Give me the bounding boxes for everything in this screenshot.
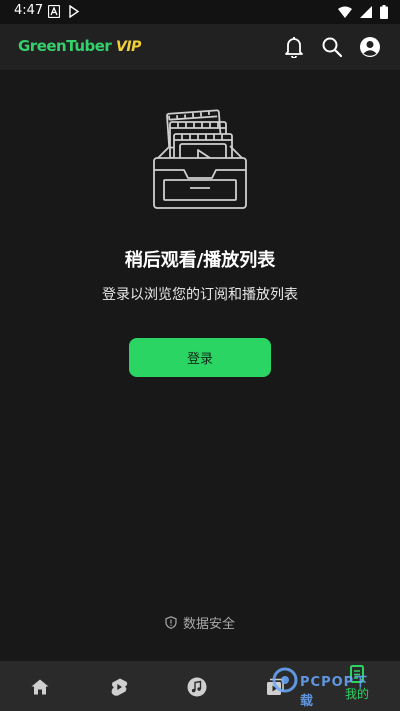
empty-playlist-illustration <box>153 109 247 209</box>
shield-icon <box>165 616 177 629</box>
app-logo: GreenTuber VIP <box>18 37 141 55</box>
search-button[interactable] <box>320 35 344 59</box>
status-time: 4:47 <box>14 3 44 18</box>
search-icon <box>322 37 342 57</box>
nav-item-mine-label: 我的 <box>344 687 369 701</box>
nav-item-home[interactable] <box>28 675 52 699</box>
data-security-label: 数据安全 <box>182 617 235 632</box>
nav-item-library[interactable] <box>263 675 287 699</box>
mine-icon <box>350 665 364 683</box>
wifi-icon <box>338 6 352 18</box>
data-security-note[interactable]: 数据安全 <box>0 613 400 632</box>
nav-item-mine[interactable]: 我的 <box>332 665 382 709</box>
app-bar: GreenTuber VIP <box>0 24 400 70</box>
status-notification-icons <box>48 5 80 18</box>
empty-state-title: 稍后观看/播放列表 <box>124 250 276 271</box>
login-button[interactable]: 登录 <box>129 338 271 377</box>
bottom-nav: 我的 <box>0 661 400 711</box>
main-content: 稍后观看/播放列表 登录以浏览您的订阅和播放列表 登录 数据安全 <box>0 70 400 661</box>
library-icon <box>267 678 284 695</box>
notifications-button[interactable] <box>282 35 306 59</box>
shorts-icon <box>111 678 128 696</box>
home-icon <box>31 679 49 695</box>
battery-icon <box>380 5 388 19</box>
empty-state-subtitle: 登录以浏览您的订阅和播放列表 <box>102 287 298 303</box>
cellular-icon <box>360 6 372 18</box>
logo-vip-text: VIP <box>116 39 141 55</box>
notification-a-icon <box>48 5 60 18</box>
logo-text: GreenTuber <box>18 37 112 55</box>
status-system-icons <box>338 5 388 19</box>
status-bar: 4:47 <box>0 0 400 24</box>
nav-item-music[interactable] <box>185 675 209 699</box>
account-button[interactable] <box>358 35 382 59</box>
nav-item-shorts[interactable] <box>107 675 131 699</box>
app-bar-actions <box>282 35 382 59</box>
play-store-icon <box>69 5 80 18</box>
account-icon <box>360 37 380 57</box>
bell-icon <box>285 37 303 58</box>
music-icon <box>187 677 207 697</box>
